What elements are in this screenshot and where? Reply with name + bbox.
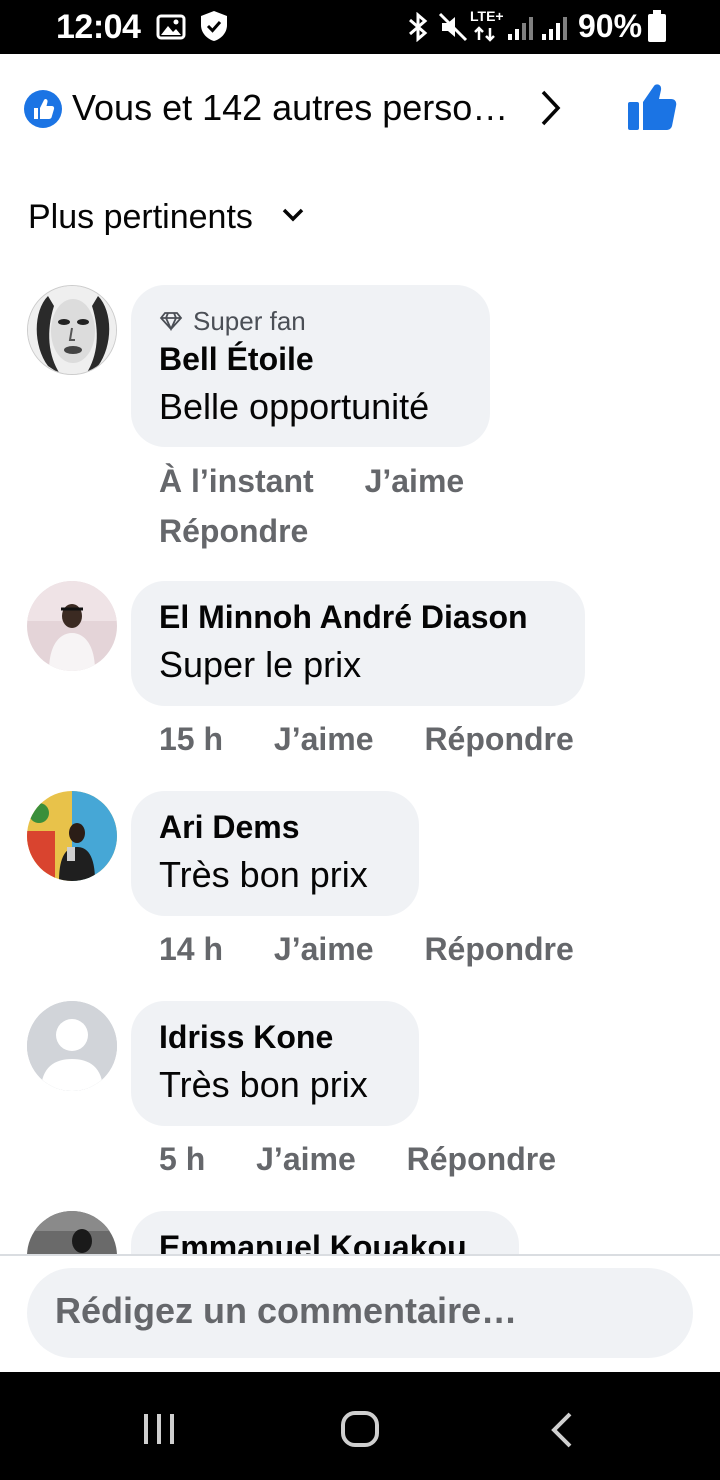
reply-action[interactable]: Répondre: [407, 1141, 556, 1178]
comment-bubble[interactable]: Super fan Bell Étoile Belle opportunité: [131, 285, 490, 447]
comment-time: À l’instant: [159, 463, 314, 499]
superfan-label: Super fan: [193, 305, 306, 336]
avatar[interactable]: [27, 1211, 117, 1254]
comment-time: 15 h: [159, 721, 224, 757]
home-icon[interactable]: [340, 1410, 380, 1448]
comment-bubble[interactable]: Idriss Kone Très bon prix: [131, 1001, 419, 1126]
comment-actions: 14 h J’aime Répondre: [159, 931, 574, 968]
status-bar: 12:04 LTE+ 90%: [0, 0, 720, 54]
reactions-row[interactable]: Vous et 142 autres perso…: [0, 54, 720, 164]
diamond-icon: [159, 312, 183, 331]
reply-action[interactable]: Répondre: [424, 721, 573, 758]
reply-action[interactable]: Répondre: [159, 513, 308, 550]
comment-bubble[interactable]: El Minnoh André Diason Super le prix: [131, 581, 585, 706]
chevron-down-icon[interactable]: [281, 206, 305, 224]
comment-partial-clip: Emmanuel Kouakou: [0, 1211, 720, 1254]
reactions-summary[interactable]: Vous et 142 autres perso…: [72, 87, 508, 129]
comment-actions: À l’instant J’aime: [159, 463, 464, 500]
recent-apps-icon[interactable]: [140, 1412, 178, 1446]
avatar[interactable]: [27, 285, 117, 375]
avatar[interactable]: [27, 1001, 117, 1091]
comment-actions-row-2: Répondre: [159, 513, 308, 550]
like-action[interactable]: J’aime: [274, 931, 374, 968]
battery-icon: [648, 10, 666, 42]
chevron-right-icon[interactable]: [536, 88, 564, 128]
like-action[interactable]: J’aime: [365, 463, 465, 500]
comment-author[interactable]: Ari Dems: [159, 807, 391, 847]
back-icon[interactable]: [548, 1410, 576, 1450]
comment-actions: 15 h J’aime Répondre: [159, 721, 574, 758]
battery-percent: 90%: [578, 8, 643, 44]
lte-arrows-icon: [474, 26, 495, 42]
mute-icon: [438, 12, 468, 42]
comment-bubble[interactable]: Emmanuel Kouakou: [131, 1211, 519, 1254]
signal-icon: [508, 17, 533, 40]
comment-composer[interactable]: Rédigez un commentaire…: [27, 1268, 693, 1358]
avatar[interactable]: [27, 791, 117, 881]
lte-label: LTE+: [470, 8, 504, 24]
comment-author[interactable]: Idriss Kone: [159, 1017, 391, 1057]
bluetooth-icon: [409, 12, 428, 42]
default-avatar-icon: [27, 1001, 117, 1091]
composer-divider: [0, 1254, 720, 1256]
comment-text: Belle opportunité: [159, 386, 430, 427]
like-action[interactable]: J’aime: [274, 721, 374, 758]
comment-bubble[interactable]: Ari Dems Très bon prix: [131, 791, 419, 916]
system-nav-bar: [0, 1372, 720, 1480]
comment-author[interactable]: Bell Étoile: [159, 339, 462, 379]
comment-author[interactable]: El Minnoh André Diason: [159, 597, 557, 637]
comment-text: Très bon prix: [159, 1064, 368, 1105]
comment-text: Très bon prix: [159, 854, 368, 895]
comment-time: 5 h: [159, 1141, 206, 1177]
comment-time: 14 h: [159, 931, 224, 967]
signal-icon: [542, 17, 567, 40]
comment-text: Super le prix: [159, 644, 362, 685]
status-time: 12:04: [56, 8, 141, 46]
comment-actions: 5 h J’aime Répondre: [159, 1141, 556, 1178]
shield-icon: [201, 11, 227, 41]
reply-action[interactable]: Répondre: [424, 931, 573, 968]
like-action[interactable]: J’aime: [256, 1141, 356, 1178]
image-icon: [156, 14, 186, 40]
comment-input[interactable]: Rédigez un commentaire…: [55, 1290, 517, 1332]
comment-author[interactable]: Emmanuel Kouakou: [159, 1227, 491, 1254]
superfan-badge: Super fan: [159, 303, 462, 339]
avatar[interactable]: [27, 581, 117, 671]
sort-label[interactable]: Plus pertinents: [28, 198, 253, 237]
like-badge-icon: [24, 90, 62, 128]
thumbs-up-icon[interactable]: [624, 82, 680, 134]
